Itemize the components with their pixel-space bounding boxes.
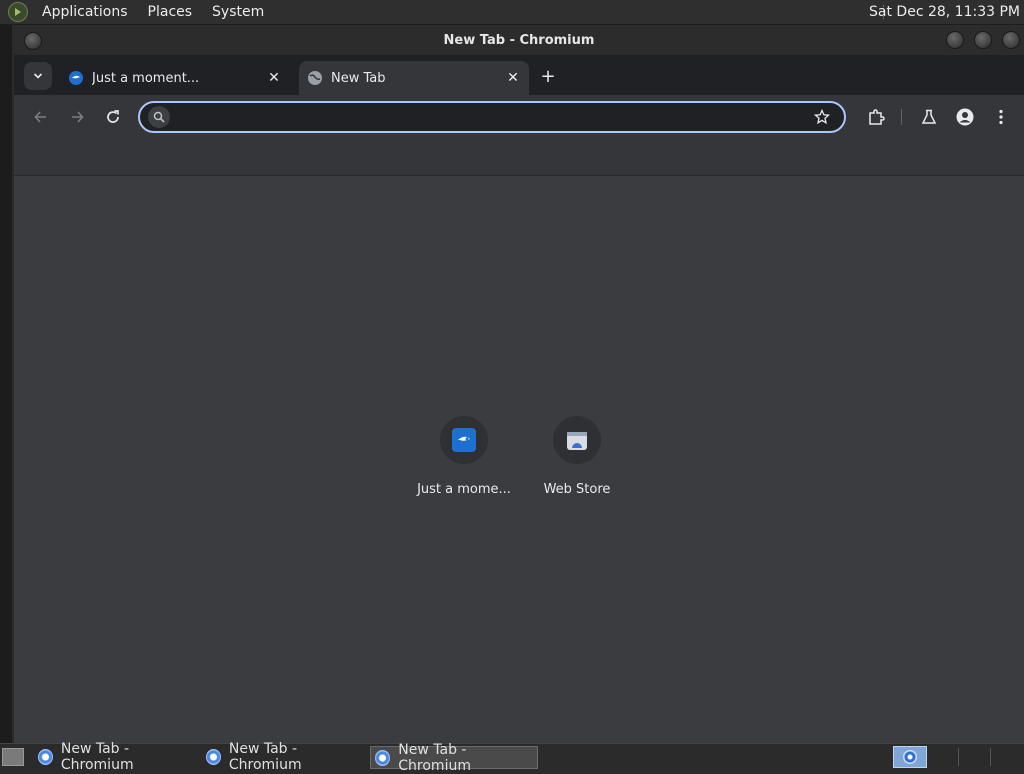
close-tab-icon[interactable]: ✕ [264,68,284,88]
extensions-button[interactable] [864,105,888,129]
window-menu-button[interactable] [24,32,42,50]
system-menu[interactable]: System [206,4,270,20]
workspace-separator [958,748,959,766]
new-tab-button[interactable]: + [538,65,558,87]
clock[interactable]: Sat Dec 28, 11:33 PM [869,4,1020,20]
workspace-separator [990,748,991,766]
browser-window: New Tab - Chromium Just a moment... ✕ Ne… [14,25,1024,743]
shortcut-label: Web Store [543,482,611,497]
window-titlebar[interactable]: New Tab - Chromium [14,25,1024,55]
taskbar-item-active[interactable]: New Tab - Chromium [370,742,538,774]
flask-icon [921,109,937,124]
tab-search-button[interactable] [24,62,52,90]
profile-button[interactable] [953,105,977,129]
new-tab-page: Just a mome... Web Store [14,176,1024,743]
browser-toolbar [14,95,1024,139]
plus-icon: + [540,65,556,87]
applications-menu[interactable]: Applications [36,4,134,20]
web-store-icon [567,432,587,450]
places-menu[interactable]: Places [142,4,199,20]
close-tab-icon[interactable]: ✕ [503,68,523,88]
chromium-icon [38,748,53,765]
shortcut-tile-web-store[interactable]: Web Store [521,416,633,497]
tab-title: Just a moment... [92,70,200,86]
taskbar-item[interactable]: New Tab - Chromium [34,741,196,773]
globe-icon [307,70,323,86]
arrow-left-icon [34,111,46,123]
bookmark-star-button[interactable] [810,105,834,129]
chromium-icon [375,749,391,766]
star-icon [814,109,830,125]
workspace-switcher[interactable] [893,746,927,768]
toolbar-divider [901,109,902,125]
menu-button[interactable] [989,105,1013,129]
show-desktop-icon[interactable] [2,748,24,766]
address-bar[interactable] [138,101,846,133]
reload-icon [107,110,119,123]
tab-strip: Just a moment... ✕ New Tab ✕ + [14,55,1024,95]
close-window-button[interactable] [1002,31,1020,49]
arrow-right-icon [72,111,84,123]
site-favicon-icon [68,70,84,86]
window-title: New Tab - Chromium [443,32,595,48]
taskbar: New Tab - Chromium New Tab - Chromium Ne… [0,741,1024,774]
shortcut-label: Just a mome... [417,482,511,497]
taskbar-item-label: New Tab - Chromium [398,741,471,774]
desktop-edge [0,25,12,743]
more-vert-icon [999,109,1003,125]
reload-button[interactable] [101,105,125,129]
chevron-down-icon [33,73,43,79]
chromium-icon [206,748,221,765]
site-favicon-icon [452,428,476,452]
chromium-icon [903,750,917,764]
tab-title: New Tab [331,70,386,86]
address-input[interactable] [176,108,810,126]
top-panel: Applications Places System Sat Dec 28, 1… [0,0,1024,25]
avatar-icon [956,108,974,126]
maximize-button[interactable] [974,31,992,49]
tab-new-tab[interactable]: New Tab ✕ [299,61,529,95]
puzzle-icon [869,109,885,125]
search-icon [148,106,170,128]
shortcut-icon-container [553,416,601,464]
shortcut-tile-just-a-moment[interactable]: Just a mome... [408,416,520,497]
distro-logo-icon[interactable] [8,2,28,22]
back-button[interactable] [29,105,53,129]
forward-button[interactable] [65,105,89,129]
labs-button[interactable] [917,105,941,129]
shortcut-icon-container [440,416,488,464]
taskbar-item[interactable]: New Tab - Chromium [202,741,364,773]
bookmarks-bar [14,139,1024,176]
minimize-button[interactable] [946,31,964,49]
tab-just-a-moment[interactable]: Just a moment... ✕ [60,61,290,95]
